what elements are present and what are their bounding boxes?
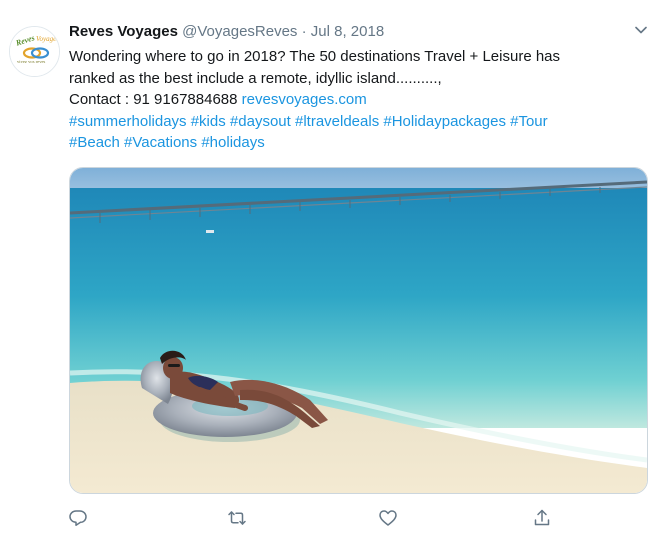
reves-voyages-logo: Reves Voyages vivez vos reves <box>10 27 59 76</box>
avatar[interactable]: Reves Voyages vivez vos reves <box>9 26 60 77</box>
hashtag-link[interactable]: #daysout <box>230 113 291 130</box>
tweet[interactable]: Reves Voyages vivez vos reves Reves Voya… <box>0 0 671 539</box>
contact-text: Contact : 91 9167884688 <box>69 91 242 108</box>
hashtag-link[interactable]: #Holidaypackages <box>383 113 506 130</box>
hashtag-line-2: #Beach #Vacations #holidays <box>69 132 654 154</box>
tweet-contact-line: Contact : 91 9167884688 revesvoyages.com <box>69 89 654 111</box>
hashtag-link[interactable]: #ltraveldeals <box>295 113 379 130</box>
separator-dot: · <box>301 23 307 40</box>
tweet-text-line-2: ranked as the best include a remote, idy… <box>69 69 442 87</box>
beach-photo <box>70 168 647 493</box>
hashtag-link[interactable]: #summerholidays <box>69 113 187 130</box>
author-handle[interactable]: @VoyagesReves <box>182 23 297 40</box>
hashtag-link[interactable]: #Tour <box>510 113 548 130</box>
retweet-icon[interactable] <box>222 503 252 533</box>
share-icon[interactable] <box>527 503 557 533</box>
tweet-header: Reves Voyages @VoyagesReves · Jul 8, 201… <box>69 22 384 42</box>
hashtag-link[interactable]: #Beach <box>69 134 120 151</box>
tweet-date[interactable]: Jul 8, 2018 <box>311 23 384 40</box>
chevron-down-icon[interactable] <box>631 20 651 40</box>
website-link[interactable]: revesvoyages.com <box>242 91 367 108</box>
logo-text-voyages: Voyages <box>36 35 59 43</box>
logo-tagline: vivez vos reves <box>17 59 46 64</box>
reply-icon[interactable] <box>63 503 93 533</box>
hashtag-link[interactable]: #kids <box>191 113 226 130</box>
heart-icon[interactable] <box>373 503 403 533</box>
hashtag-link[interactable]: #holidays <box>201 134 264 151</box>
tweet-text-line-1: Wondering where to go in 2018? The 50 de… <box>69 48 561 65</box>
tweet-text: Wondering where to go in 2018? The 50 de… <box>69 46 654 154</box>
author-name[interactable]: Reves Voyages <box>69 23 178 40</box>
hashtag-line-1: #summerholidays #kids #daysout #ltraveld… <box>69 111 654 133</box>
tweet-photo[interactable] <box>69 167 648 494</box>
tweet-actions <box>0 503 671 533</box>
hashtag-link[interactable]: #Vacations <box>124 134 197 151</box>
